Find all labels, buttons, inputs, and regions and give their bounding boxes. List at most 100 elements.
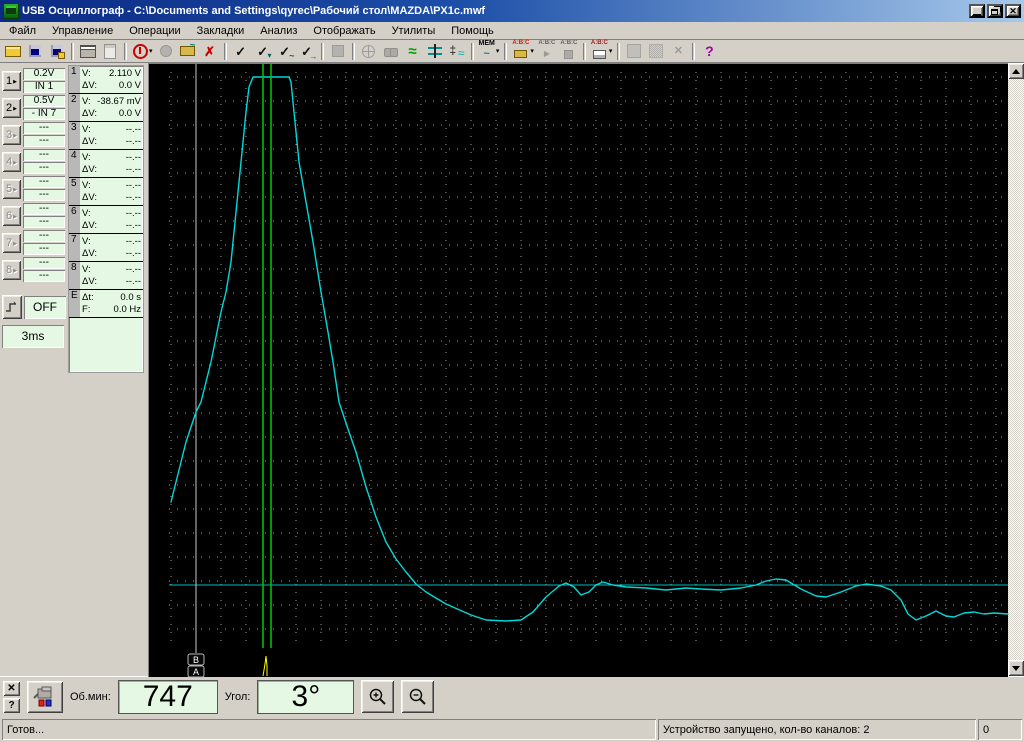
channel-8-button[interactable]: 8▶	[2, 260, 21, 280]
vertical-scrollbar[interactable]	[1008, 63, 1024, 676]
measurement-row-id: E	[69, 290, 80, 317]
menu-item-5[interactable]: Анализ	[252, 23, 305, 39]
record-button	[155, 41, 177, 62]
print-button[interactable]	[77, 41, 99, 62]
timebase-field[interactable]: 3ms	[2, 325, 64, 348]
measurement-row-5: 5V:--.--ΔV:--.--	[69, 178, 143, 206]
channel-2-button[interactable]: 2▶	[2, 98, 21, 118]
measurement-row-6: 6V:--.--ΔV:--.--	[69, 206, 143, 234]
scroll-up-button[interactable]	[1008, 63, 1024, 79]
channel-7-button[interactable]: 7▶	[2, 233, 21, 253]
zoom-globe-button	[358, 41, 380, 62]
abc-panel-button[interactable]: A:B:C▾	[589, 41, 615, 62]
channel-7-range-field[interactable]: ---	[23, 230, 65, 242]
save-all-button[interactable]	[46, 41, 68, 62]
measurement-label: V:	[82, 124, 91, 135]
menu-item-7[interactable]: Утилиты	[384, 23, 444, 39]
panel-help-button[interactable]: ?	[3, 698, 20, 713]
save-file-button[interactable]	[24, 41, 46, 62]
channel-row-6: 6▶------	[2, 202, 66, 229]
channel-3-button[interactable]: 3▶	[2, 125, 21, 145]
channel-number: 3	[6, 129, 12, 141]
channel-3-range-field[interactable]: ---	[23, 122, 65, 134]
channel-6-input-field[interactable]: ---	[23, 216, 65, 228]
channel-arrow-icon: ▶	[13, 214, 17, 220]
help-icon	[701, 43, 717, 59]
stop-device-button[interactable]: ▾	[130, 41, 155, 62]
fit-wave-button[interactable]	[402, 41, 424, 62]
trigger-row: OFF	[2, 295, 66, 319]
channel-number: 6	[6, 210, 12, 222]
channel-1-range-field[interactable]: 0.2V	[23, 68, 65, 80]
oscilloscope-plot[interactable]: BA	[148, 63, 1008, 677]
measurement-panel: 1V:2.110 VΔV:0.0 V2V:-38.67 mVΔV:0.0 V3V…	[68, 65, 144, 373]
channel-4-input-field[interactable]: ---	[23, 162, 65, 174]
close-button[interactable]: ✕	[1005, 4, 1021, 18]
open-file-icon	[5, 43, 21, 59]
trigger-mode-field[interactable]: OFF	[24, 296, 66, 319]
channel-6-button[interactable]: 6▶	[2, 206, 21, 226]
channel-6-range-field[interactable]: ---	[23, 203, 65, 215]
channel-7-input-field[interactable]: ---	[23, 243, 65, 255]
zoom-out-button[interactable]	[401, 680, 434, 713]
square-x-icon	[670, 43, 686, 59]
channel-arrow-icon: ▶	[13, 133, 17, 139]
channel-1-button[interactable]: 1▶	[2, 71, 21, 91]
channel-8-range-field[interactable]: ---	[23, 257, 65, 269]
channel-4-range-field[interactable]: ---	[23, 149, 65, 161]
measurement-label: ΔV:	[82, 164, 97, 175]
channel-8-input-field[interactable]: ---	[23, 270, 65, 282]
restore-button[interactable]	[987, 4, 1003, 18]
channel-row-7: 7▶------	[2, 229, 66, 256]
measurement-row-id: 6	[69, 206, 80, 233]
angle-display: 3°	[257, 680, 354, 714]
measurement-value: 0.0 s	[120, 292, 141, 303]
import-wave-button[interactable]	[177, 41, 199, 62]
channel-4-button[interactable]: 4▶	[2, 152, 21, 172]
abc-open-button[interactable]: A:B:C▾	[510, 41, 536, 62]
ignition-mode-button[interactable]	[27, 681, 63, 713]
check-wave-button[interactable]	[274, 41, 296, 62]
channel-5-button[interactable]: 5▶	[2, 179, 21, 199]
menu-item-3[interactable]: Операции	[121, 23, 188, 39]
trigger-button[interactable]	[2, 295, 22, 319]
menu-item-2[interactable]: Управление	[44, 23, 121, 39]
menu-item-1[interactable]: Файл	[1, 23, 44, 39]
channel-row-2: 2▶0.5V- IN 7	[2, 94, 66, 121]
page-preview-button	[99, 41, 121, 62]
channel-2-input-field[interactable]: - IN 7	[23, 108, 65, 120]
channel-3-input-field[interactable]: ---	[23, 135, 65, 147]
restore-icon	[991, 9, 998, 15]
minimize-button[interactable]	[969, 4, 985, 18]
mem-button[interactable]: MEM▾	[477, 41, 502, 62]
panel-close-button[interactable]: ✕	[3, 681, 20, 696]
scroll-down-button[interactable]	[1008, 660, 1024, 676]
help-button[interactable]	[698, 41, 720, 62]
measurement-value: 2.110 V	[109, 68, 141, 79]
toolbar-separator	[124, 43, 127, 60]
delete-wave-button[interactable]	[199, 41, 221, 62]
cursor-label-B: B	[193, 655, 199, 665]
check-next-button[interactable]	[296, 41, 318, 62]
page-preview-icon	[102, 43, 118, 59]
zoom-in-button[interactable]	[361, 680, 394, 713]
check-down-button[interactable]	[252, 41, 274, 62]
measurement-line: ΔV:0.0 V	[82, 80, 141, 91]
channel-5-input-field[interactable]: ---	[23, 189, 65, 201]
menu-item-6[interactable]: Отображать	[305, 23, 383, 39]
channel-row-3: 3▶------	[2, 121, 66, 148]
wave-markers-button[interactable]	[446, 41, 468, 62]
fit-wave-icon	[405, 43, 421, 59]
channel-1-input-field[interactable]: IN 1	[23, 81, 65, 93]
menu-item-4[interactable]: Закладки	[189, 23, 253, 39]
measurement-value: --.--	[126, 192, 141, 203]
open-file-button[interactable]	[2, 41, 24, 62]
cursor-lines-button[interactable]	[424, 41, 446, 62]
channel-5-range-field[interactable]: ---	[23, 176, 65, 188]
menu-item-8[interactable]: Помощь	[443, 23, 502, 39]
check-wave-icon	[277, 43, 293, 59]
scrollbar-track[interactable]	[1008, 79, 1024, 660]
channel-row-4: 4▶------	[2, 148, 66, 175]
channel-2-range-field[interactable]: 0.5V	[23, 95, 65, 107]
check-plain-button[interactable]	[230, 41, 252, 62]
